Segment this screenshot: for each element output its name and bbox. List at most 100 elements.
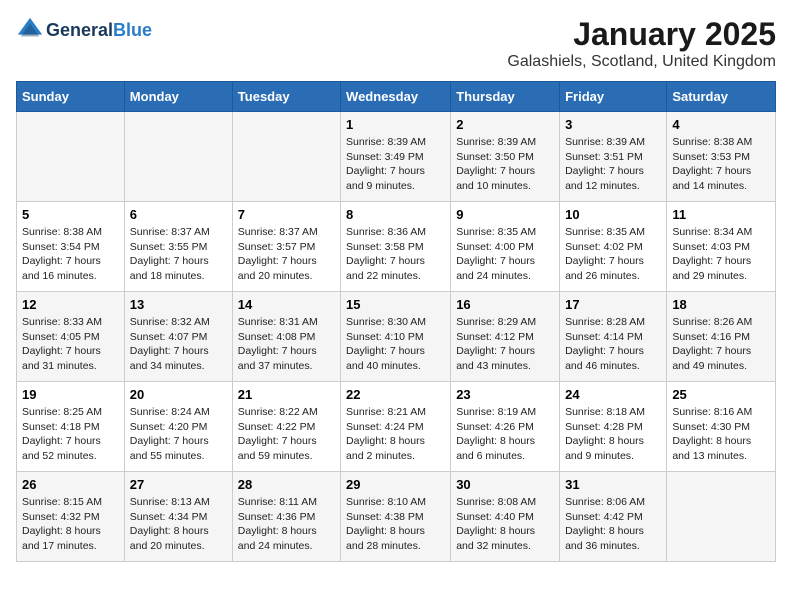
calendar-cell: 24 Sunrise: 8:18 AM Sunset: 4:28 PM Dayli… [560,382,667,472]
cell-info: Sunrise: 8:19 AM Sunset: 4:26 PM Dayligh… [456,405,554,464]
cell-info: Sunrise: 8:28 AM Sunset: 4:14 PM Dayligh… [565,315,661,374]
cell-info: Sunrise: 8:38 AM Sunset: 3:54 PM Dayligh… [22,225,119,284]
calendar-cell: 17 Sunrise: 8:28 AM Sunset: 4:14 PM Dayli… [560,292,667,382]
cell-info: Sunrise: 8:36 AM Sunset: 3:58 PM Dayligh… [346,225,445,284]
cell-date-number: 25 [672,387,770,402]
cell-info: Sunrise: 8:08 AM Sunset: 4:40 PM Dayligh… [456,495,554,554]
cell-date-number: 15 [346,297,445,312]
calendar-cell [124,112,232,202]
cell-date-number: 19 [22,387,119,402]
calendar-cell: 25 Sunrise: 8:16 AM Sunset: 4:30 PM Dayli… [667,382,776,472]
calendar-cell [17,112,125,202]
calendar-week-row: 19Sunrise: 8:25 AM Sunset: 4:18 PM Dayli… [17,382,776,472]
cell-date-number: 2 [456,117,554,132]
cell-info: Sunrise: 8:26 AM Sunset: 4:16 PM Dayligh… [672,315,770,374]
calendar-cell: 20Sunrise: 8:24 AM Sunset: 4:20 PM Dayli… [124,382,232,472]
cell-date-number: 14 [238,297,335,312]
weekday-header: Thursday [451,82,560,112]
calendar-cell: 15 Sunrise: 8:30 AM Sunset: 4:10 PM Dayli… [341,292,451,382]
cell-info: Sunrise: 8:37 AM Sunset: 3:55 PM Dayligh… [130,225,227,284]
cell-info: Sunrise: 8:35 AM Sunset: 4:00 PM Dayligh… [456,225,554,284]
cell-date-number: 9 [456,207,554,222]
calendar-cell: 27 Sunrise: 8:13 AM Sunset: 4:34 PM Dayli… [124,472,232,562]
logo: GeneralBlue [16,16,152,44]
calendar-cell: 1 Sunrise: 8:39 AM Sunset: 3:49 PM Daylig… [341,112,451,202]
calendar-table: SundayMondayTuesdayWednesdayThursdayFrid… [16,81,776,562]
calendar-cell: 21Sunrise: 8:22 AM Sunset: 4:22 PM Dayli… [232,382,340,472]
cell-info: Sunrise: 8:15 AM Sunset: 4:32 PM Dayligh… [22,495,119,554]
calendar-cell: 11Sunrise: 8:34 AM Sunset: 4:03 PM Dayli… [667,202,776,292]
cell-info: Sunrise: 8:13 AM Sunset: 4:34 PM Dayligh… [130,495,227,554]
calendar-cell: 23 Sunrise: 8:19 AM Sunset: 4:26 PM Dayli… [451,382,560,472]
calendar-week-row: 1 Sunrise: 8:39 AM Sunset: 3:49 PM Daylig… [17,112,776,202]
cell-date-number: 6 [130,207,227,222]
cell-info: Sunrise: 8:39 AM Sunset: 3:51 PM Dayligh… [565,135,661,194]
cell-date-number: 8 [346,207,445,222]
calendar-week-row: 26 Sunrise: 8:15 AM Sunset: 4:32 PM Dayli… [17,472,776,562]
cell-info: Sunrise: 8:39 AM Sunset: 3:50 PM Dayligh… [456,135,554,194]
calendar-week-row: 12 Sunrise: 8:33 AM Sunset: 4:05 PM Dayli… [17,292,776,382]
calendar-cell [667,472,776,562]
calendar-cell: 16 Sunrise: 8:29 AM Sunset: 4:12 PM Dayli… [451,292,560,382]
calendar-week-row: 5 Sunrise: 8:38 AM Sunset: 3:54 PM Daylig… [17,202,776,292]
calendar-cell: 9 Sunrise: 8:35 AM Sunset: 4:00 PM Daylig… [451,202,560,292]
calendar-cell: 26 Sunrise: 8:15 AM Sunset: 4:32 PM Dayli… [17,472,125,562]
calendar-cell: 31Sunrise: 8:06 AM Sunset: 4:42 PM Dayli… [560,472,667,562]
cell-date-number: 7 [238,207,335,222]
logo-icon [16,16,44,44]
weekday-header: Sunday [17,82,125,112]
location-title: Galashiels, Scotland, United Kingdom [507,53,776,71]
cell-date-number: 1 [346,117,445,132]
logo-general: General [46,20,113,40]
month-title: January 2025 [507,16,776,53]
cell-info: Sunrise: 8:21 AM Sunset: 4:24 PM Dayligh… [346,405,445,464]
calendar-cell: 8 Sunrise: 8:36 AM Sunset: 3:58 PM Daylig… [341,202,451,292]
cell-date-number: 3 [565,117,661,132]
calendar-cell: 30 Sunrise: 8:08 AM Sunset: 4:40 PM Dayli… [451,472,560,562]
cell-date-number: 27 [130,477,227,492]
cell-info: Sunrise: 8:33 AM Sunset: 4:05 PM Dayligh… [22,315,119,374]
weekday-header: Friday [560,82,667,112]
cell-info: Sunrise: 8:22 AM Sunset: 4:22 PM Dayligh… [238,405,335,464]
calendar-cell: 12 Sunrise: 8:33 AM Sunset: 4:05 PM Dayli… [17,292,125,382]
cell-date-number: 17 [565,297,661,312]
cell-date-number: 24 [565,387,661,402]
weekday-header: Saturday [667,82,776,112]
calendar-cell: 14 Sunrise: 8:31 AM Sunset: 4:08 PM Dayli… [232,292,340,382]
cell-date-number: 23 [456,387,554,402]
cell-info: Sunrise: 8:30 AM Sunset: 4:10 PM Dayligh… [346,315,445,374]
calendar-cell: 28 Sunrise: 8:11 AM Sunset: 4:36 PM Dayli… [232,472,340,562]
cell-info: Sunrise: 8:10 AM Sunset: 4:38 PM Dayligh… [346,495,445,554]
cell-date-number: 5 [22,207,119,222]
logo-blue: Blue [113,20,152,40]
cell-info: Sunrise: 8:31 AM Sunset: 4:08 PM Dayligh… [238,315,335,374]
weekday-header: Monday [124,82,232,112]
calendar-cell: 3 Sunrise: 8:39 AM Sunset: 3:51 PM Daylig… [560,112,667,202]
calendar-cell: 4Sunrise: 8:38 AM Sunset: 3:53 PM Daylig… [667,112,776,202]
cell-info: Sunrise: 8:18 AM Sunset: 4:28 PM Dayligh… [565,405,661,464]
cell-date-number: 16 [456,297,554,312]
weekday-header: Wednesday [341,82,451,112]
cell-info: Sunrise: 8:39 AM Sunset: 3:49 PM Dayligh… [346,135,445,194]
cell-date-number: 4 [672,117,770,132]
cell-date-number: 28 [238,477,335,492]
cell-info: Sunrise: 8:35 AM Sunset: 4:02 PM Dayligh… [565,225,661,284]
title-block: January 2025 Galashiels, Scotland, Unite… [507,16,776,71]
weekday-header: Tuesday [232,82,340,112]
weekday-header-row: SundayMondayTuesdayWednesdayThursdayFrid… [17,82,776,112]
cell-info: Sunrise: 8:37 AM Sunset: 3:57 PM Dayligh… [238,225,335,284]
calendar-cell: 19Sunrise: 8:25 AM Sunset: 4:18 PM Dayli… [17,382,125,472]
cell-date-number: 26 [22,477,119,492]
calendar-cell: 18Sunrise: 8:26 AM Sunset: 4:16 PM Dayli… [667,292,776,382]
cell-date-number: 30 [456,477,554,492]
cell-info: Sunrise: 8:24 AM Sunset: 4:20 PM Dayligh… [130,405,227,464]
cell-date-number: 13 [130,297,227,312]
cell-date-number: 12 [22,297,119,312]
cell-info: Sunrise: 8:29 AM Sunset: 4:12 PM Dayligh… [456,315,554,374]
cell-info: Sunrise: 8:16 AM Sunset: 4:30 PM Dayligh… [672,405,770,464]
cell-info: Sunrise: 8:34 AM Sunset: 4:03 PM Dayligh… [672,225,770,284]
calendar-cell: 2 Sunrise: 8:39 AM Sunset: 3:50 PM Daylig… [451,112,560,202]
calendar-cell: 5 Sunrise: 8:38 AM Sunset: 3:54 PM Daylig… [17,202,125,292]
cell-date-number: 10 [565,207,661,222]
cell-info: Sunrise: 8:11 AM Sunset: 4:36 PM Dayligh… [238,495,335,554]
